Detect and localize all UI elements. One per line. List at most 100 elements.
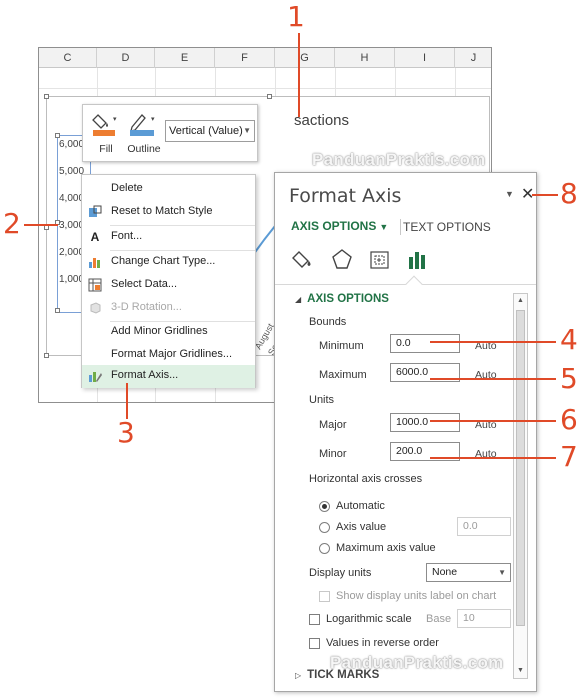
horizontal-axis-crosses-label: Horizontal axis crosses xyxy=(309,473,423,485)
section-axis-options[interactable]: ◢ AXIS OPTIONS xyxy=(295,293,389,305)
crosses-automatic-radio[interactable] xyxy=(319,501,330,512)
crosses-maximum-radio[interactable] xyxy=(319,543,330,554)
minimum-input[interactable]: 0.0 xyxy=(390,334,460,353)
chart-type-icon xyxy=(88,255,102,269)
column-header-f[interactable]: F xyxy=(215,48,275,68)
reverse-order-checkbox[interactable] xyxy=(309,638,320,649)
size-properties-icon[interactable] xyxy=(367,247,393,273)
menu-item-label: 3-D Rotation... xyxy=(111,301,182,313)
3d-rotation-icon xyxy=(88,301,102,315)
resize-handle[interactable] xyxy=(44,353,49,358)
font-icon: A xyxy=(90,230,100,244)
show-display-units-checkbox[interactable] xyxy=(319,591,330,602)
callout-number: 2 xyxy=(3,207,21,240)
minimum-label: Minimum xyxy=(319,340,364,352)
tab-text-options[interactable]: TEXT OPTIONS xyxy=(403,220,491,234)
menu-item-font[interactable]: A Font... xyxy=(82,226,255,249)
grid-line xyxy=(39,88,491,89)
menu-item-label: Add Minor Gridlines xyxy=(111,325,208,337)
column-header-e[interactable]: E xyxy=(155,48,215,68)
fill-label: Fill xyxy=(99,143,113,155)
callout-line xyxy=(298,33,300,117)
show-display-units-label: Show display units label on chart xyxy=(336,590,497,602)
menu-item-delete[interactable]: Delete xyxy=(82,178,255,201)
display-units-dropdown[interactable]: None ▼ xyxy=(426,563,511,582)
context-menu: Delete Reset to Match Style A Font... Ch… xyxy=(81,174,256,388)
crosses-automatic-label: Automatic xyxy=(336,500,385,512)
reset-style-icon xyxy=(88,205,102,219)
callout-number: 5 xyxy=(560,362,578,395)
menu-item-3d-rotation[interactable]: 3-D Rotation... xyxy=(82,297,255,320)
menu-item-select-data[interactable]: Select Data... xyxy=(82,274,255,297)
menu-item-add-minor-gridlines[interactable]: Add Minor Gridlines xyxy=(82,321,255,344)
column-header-j[interactable]: J xyxy=(455,48,491,68)
svg-text:▾: ▾ xyxy=(151,116,155,123)
crosses-maximum-label: Maximum axis value xyxy=(336,542,436,554)
chart-element-value: Vertical (Value) xyxy=(169,125,243,137)
callout-number: 7 xyxy=(560,440,578,473)
callout-line xyxy=(532,194,558,196)
watermark: PanduanPraktis.com xyxy=(330,653,504,672)
bounds-label: Bounds xyxy=(309,316,347,328)
menu-item-format-axis[interactable]: Format Axis... xyxy=(82,365,255,388)
menu-item-reset-style[interactable]: Reset to Match Style xyxy=(82,201,255,224)
tab-axis-options[interactable]: AXIS OPTIONS ▼ xyxy=(291,219,388,233)
scrollbar-thumb[interactable] xyxy=(516,310,525,626)
callout-line xyxy=(430,420,556,422)
logarithmic-scale-label: Logarithmic scale xyxy=(326,613,412,625)
base-label: Base xyxy=(426,613,452,625)
base-input[interactable]: 10 xyxy=(457,609,511,628)
pane-title: Format Axis xyxy=(289,185,402,207)
callout-line xyxy=(126,383,128,419)
fill-bucket-icon: ▾ xyxy=(92,114,117,136)
major-unit-input[interactable]: 1000.0 xyxy=(390,413,460,432)
pane-options-chevron-icon[interactable]: ▼ xyxy=(505,189,514,199)
resize-handle[interactable] xyxy=(55,308,60,313)
collapse-triangle-icon: ◢ xyxy=(295,295,302,304)
expand-triangle-icon: ▷ xyxy=(295,671,302,680)
format-axis-icon xyxy=(88,369,102,383)
column-header-i[interactable]: I xyxy=(395,48,455,68)
menu-item-format-major-gridlines[interactable]: Format Major Gridlines... xyxy=(82,344,255,367)
chart-title[interactable]: sactions xyxy=(294,112,349,129)
callout-number: 4 xyxy=(560,323,578,356)
menu-item-label: Reset to Match Style xyxy=(111,205,213,217)
callout-line xyxy=(430,341,556,343)
scroll-down-icon[interactable]: ▼ xyxy=(514,664,527,678)
select-data-icon xyxy=(88,278,102,292)
outline-label: Outline xyxy=(127,143,161,155)
fill-button[interactable]: ▾ Fill xyxy=(87,111,125,157)
column-header-h[interactable]: H xyxy=(335,48,395,68)
tab-divider xyxy=(400,219,401,235)
section-axis-options-label: AXIS OPTIONS xyxy=(307,293,389,305)
crosses-axis-value-label: Axis value xyxy=(336,521,387,533)
column-header-d[interactable]: D xyxy=(97,48,155,68)
minor-label: Minor xyxy=(319,448,347,460)
callout-number: 8 xyxy=(560,177,578,210)
logarithmic-scale-checkbox[interactable] xyxy=(309,614,320,625)
menu-item-label: Font... xyxy=(111,230,143,242)
column-header-c[interactable]: C xyxy=(39,48,97,68)
column-headers: C D E F G H I J xyxy=(39,48,491,68)
column-header-g[interactable]: G xyxy=(275,48,335,68)
resize-handle[interactable] xyxy=(44,94,49,99)
callout-line xyxy=(430,457,556,459)
axis-options-icon[interactable] xyxy=(405,247,431,273)
scroll-up-icon[interactable]: ▲ xyxy=(514,294,527,308)
resize-handle[interactable] xyxy=(55,133,60,138)
pane-scrollbar[interactable]: ▲ ▼ xyxy=(513,293,528,679)
fill-line-icon[interactable] xyxy=(291,247,317,273)
outline-button[interactable]: ▾ Outline xyxy=(125,111,163,157)
watermark: PanduanPraktis.com xyxy=(312,150,486,169)
crosses-axis-value-radio[interactable] xyxy=(319,522,330,533)
menu-item-change-chart-type[interactable]: Change Chart Type... xyxy=(82,251,255,274)
crosses-axis-value-input[interactable]: 0.0 xyxy=(457,517,511,536)
tab-axis-options-label: AXIS OPTIONS xyxy=(291,219,377,233)
callout-line xyxy=(430,378,556,380)
resize-handle[interactable] xyxy=(267,94,272,99)
reverse-order-label: Values in reverse order xyxy=(326,637,439,649)
selected-category-indicator xyxy=(405,275,423,293)
chart-element-dropdown[interactable]: Vertical (Value) ▼ xyxy=(165,120,255,142)
effects-icon[interactable] xyxy=(329,247,355,273)
chevron-down-icon: ▼ xyxy=(498,568,506,577)
